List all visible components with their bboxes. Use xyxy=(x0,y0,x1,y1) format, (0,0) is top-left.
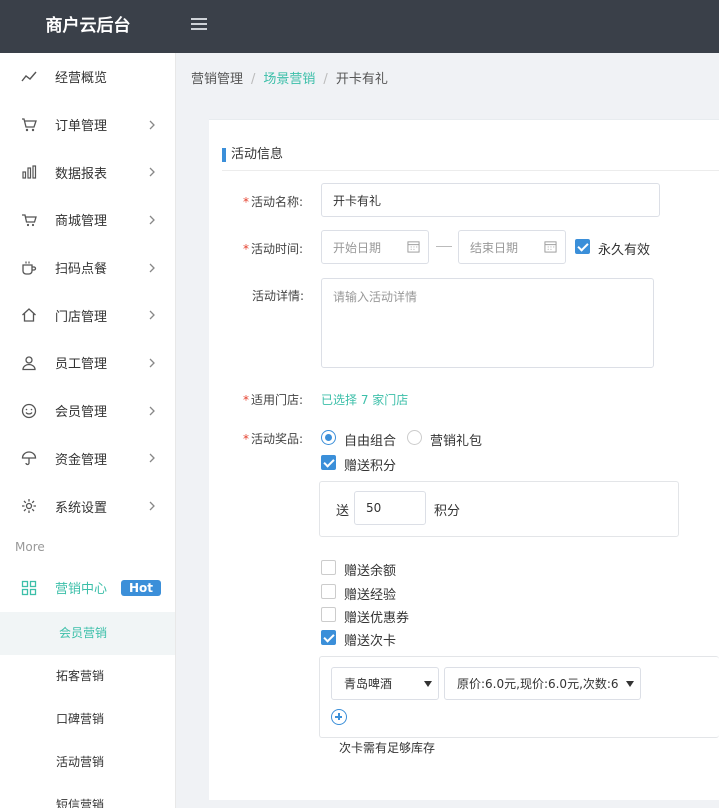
sidebar-subitem[interactable]: 拓客营销 xyxy=(0,655,175,698)
activity-detail-textarea[interactable]: 请输入活动详情 xyxy=(321,278,654,368)
date-range-separator xyxy=(436,246,452,247)
umbrella-icon xyxy=(20,449,38,467)
sidebar-item-label: 会员管理 xyxy=(55,405,108,421)
store-label: * 适用门店: xyxy=(243,393,304,407)
hamburger-menu-icon[interactable] xyxy=(191,18,207,32)
sidebar-item-marketing[interactable]: 营销中心 Hot xyxy=(0,564,175,612)
end-date-input[interactable]: 结束日期 xyxy=(458,230,566,264)
points-checkbox[interactable] xyxy=(321,455,336,470)
sidebar-subitem[interactable]: 活动营销 xyxy=(0,741,175,784)
experience-checkbox[interactable] xyxy=(321,584,336,599)
sidebar-item-shop-cart[interactable]: 商城管理 xyxy=(0,196,175,244)
points-checkbox-label: 赠送积分 xyxy=(344,459,397,474)
gear-icon xyxy=(20,497,38,515)
sidebar-item-label: 员工管理 xyxy=(55,357,108,373)
grid-icon xyxy=(20,579,38,597)
sidebar-item-cup[interactable]: 扫码点餐 xyxy=(0,244,175,292)
cart-icon xyxy=(20,116,38,134)
sidebar-item-label: 系统设置 xyxy=(55,500,108,516)
radio-gift-pack[interactable] xyxy=(407,430,422,445)
chevron-right-icon xyxy=(149,406,155,416)
sidebar-subitem[interactable]: 会员营销 xyxy=(0,611,175,655)
sidebar-item-label: 经营概览 xyxy=(55,71,108,87)
experience-checkbox-label: 赠送经验 xyxy=(344,588,397,603)
breadcrumb: 营销管理 / 场景营销 / 开卡有礼 xyxy=(191,72,388,87)
chevron-right-icon xyxy=(149,310,155,320)
dropdown-arrow-icon xyxy=(424,681,432,687)
chevron-right-icon xyxy=(149,167,155,177)
smile-icon xyxy=(20,402,38,420)
times-card-checkbox-label: 赠送次卡 xyxy=(344,634,397,649)
calendar-icon xyxy=(407,241,420,253)
breadcrumb-middle[interactable]: 场景营销 xyxy=(263,72,315,87)
calendar-icon xyxy=(544,241,557,253)
user-icon xyxy=(20,354,38,372)
sidebar-item-gear[interactable]: 系统设置 xyxy=(0,482,175,530)
detail-label: 活动详情: xyxy=(252,289,305,303)
balance-checkbox[interactable] xyxy=(321,560,336,575)
radio-free-combo[interactable] xyxy=(321,430,336,445)
top-bar: 商户云后台 xyxy=(0,0,719,53)
chevron-right-icon xyxy=(149,263,155,273)
section-title: 活动信息 xyxy=(222,148,283,162)
selected-stores-link[interactable]: 已选择 7 家门店 xyxy=(321,391,408,408)
activity-name-input[interactable]: 开卡有礼 xyxy=(321,183,660,217)
points-suffix: 积分 xyxy=(434,504,461,519)
balance-checkbox-label: 赠送余额 xyxy=(344,564,397,579)
sidebar-subitem[interactable]: 口碑营销 xyxy=(0,698,175,741)
forever-checkbox[interactable] xyxy=(575,239,590,254)
app-title: 商户云后台 xyxy=(45,16,131,36)
sidebar-item-user[interactable]: 员工管理 xyxy=(0,339,175,387)
trend-icon xyxy=(20,68,38,86)
sidebar-item-label: 营销中心 xyxy=(55,582,108,598)
breadcrumb-root[interactable]: 营销管理 xyxy=(191,72,243,87)
radio-gift-pack-label: 营销礼包 xyxy=(430,434,483,449)
points-input[interactable]: 50 xyxy=(354,491,426,525)
sidebar-item-label: 订单管理 xyxy=(55,119,108,135)
breadcrumb-current: 开卡有礼 xyxy=(335,72,388,87)
times-card-note: 次卡需有足够库存 xyxy=(339,741,436,755)
shop-cart-icon xyxy=(20,211,38,229)
sidebar-item-smile[interactable]: 会员管理 xyxy=(0,387,175,435)
sidebar-item-label: 商城管理 xyxy=(55,214,108,230)
more-label: More xyxy=(15,539,45,554)
radio-free-combo-label: 自由组合 xyxy=(344,434,397,449)
sidebar-subitem[interactable]: 短信营销 xyxy=(0,784,175,808)
coupon-checkbox-label: 赠送优惠券 xyxy=(344,611,410,626)
add-circle-icon[interactable] xyxy=(331,709,347,725)
divider xyxy=(222,170,719,171)
start-date-input[interactable]: 开始日期 xyxy=(321,230,429,264)
chevron-right-icon xyxy=(149,501,155,511)
sidebar-item-bar-chart[interactable]: 数据报表 xyxy=(0,148,175,196)
prize-label: * 活动奖品: xyxy=(243,432,304,446)
sidebar-item-label: 数据报表 xyxy=(55,166,108,182)
points-prefix: 送 xyxy=(336,504,350,519)
sidebar-item-label: 扫码点餐 xyxy=(55,262,108,278)
sidebar-item-label: 门店管理 xyxy=(55,309,108,325)
home-icon xyxy=(20,306,38,324)
sidebar-item-label: 资金管理 xyxy=(55,452,108,468)
bar-chart-icon xyxy=(20,163,38,181)
name-label: * 活动名称: xyxy=(243,195,304,209)
times-card-checkbox[interactable] xyxy=(321,630,336,645)
chevron-right-icon xyxy=(149,215,155,225)
coupon-checkbox[interactable] xyxy=(321,607,336,622)
time-label: * 活动时间: xyxy=(243,242,304,256)
sidebar-item-home[interactable]: 门店管理 xyxy=(0,291,175,339)
dropdown-arrow-icon xyxy=(626,681,634,687)
price-select[interactable]: 原价:6.0元,现价:6.0元,次数:6 xyxy=(444,667,641,700)
sidebar-item-umbrella[interactable]: 资金管理 xyxy=(0,435,175,483)
chevron-right-icon xyxy=(149,453,155,463)
product-select[interactable]: 青岛啤酒 xyxy=(331,667,439,700)
chevron-right-icon xyxy=(149,120,155,129)
sidebar-item-cart[interactable]: 订单管理 xyxy=(0,101,175,149)
chevron-right-icon xyxy=(149,358,155,368)
forever-label: 永久有效 xyxy=(598,243,651,258)
hot-badge: Hot xyxy=(121,579,162,596)
cup-icon xyxy=(20,259,38,277)
sidebar: 经营概览订单管理数据报表商城管理扫码点餐门店管理员工管理会员管理资金管理系统设置… xyxy=(0,53,176,808)
sidebar-item-trend[interactable]: 经营概览 xyxy=(0,53,175,101)
